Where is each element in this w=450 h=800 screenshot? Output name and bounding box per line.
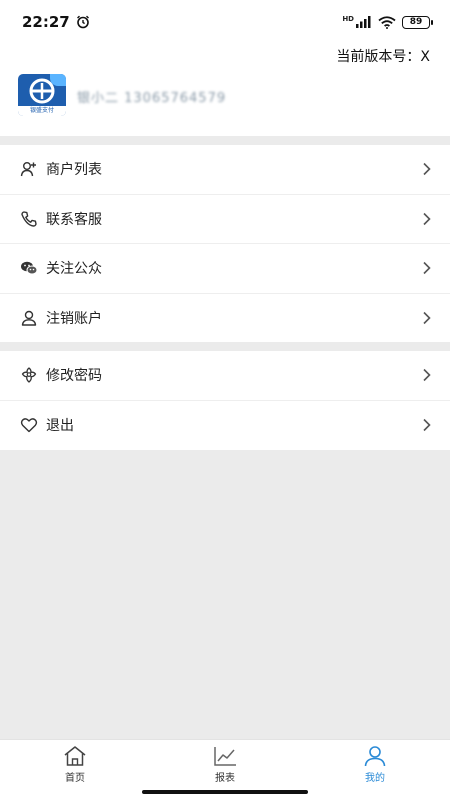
menu-label: 商户列表 [46,162,102,179]
battery-icon: 89 [402,15,433,29]
chevron-right-icon [423,369,431,382]
section-divider [0,136,450,145]
wechat-icon [20,259,38,277]
user-add-icon [20,160,38,178]
status-time: 22:27 [22,13,70,31]
menu-label: 修改密码 [46,368,102,385]
chevron-right-icon [423,262,431,275]
menu-label: 联系客服 [46,211,102,228]
menu-label: 退出 [46,418,74,435]
status-left: 22:27 [22,13,90,31]
tab-home[interactable]: 首页 [0,740,150,800]
menu-item-logout[interactable]: 退出 [0,401,450,451]
section-divider [0,342,450,351]
user-info: 银小二 13065764579 [77,91,227,106]
menu-label: 关注公众 [46,261,102,278]
company-logo-icon [29,78,55,104]
cellular-signal-icon [356,16,371,28]
profile-icon [364,746,386,767]
battery-level: 89 [409,17,423,27]
version-label: 当前版本号：X [336,49,430,65]
status-bar: 22:27 HD 89 [0,0,450,44]
home-icon [64,746,86,766]
menu-item-merchant-list[interactable]: 商户列表 [0,145,450,195]
tab-label: 报表 [215,773,235,784]
heart-icon [20,416,38,434]
menu-item-contact-service[interactable]: 联系客服 [0,195,450,244]
phone-icon [20,210,38,228]
flower-icon [20,366,38,384]
menu-item-change-password[interactable]: 修改密码 [0,351,450,401]
chevron-right-icon [423,163,431,176]
chevron-right-icon [423,312,431,325]
chevron-right-icon [423,419,431,432]
chart-icon [214,747,236,766]
avatar: 银盛支付 [18,74,66,116]
profile-header: 当前版本号：X 银盛支付 银小二 13065764579 [0,44,450,136]
user-icon [20,309,38,327]
menu-item-follow-account[interactable]: 关注公众 [0,244,450,294]
menu-group-account: 商户列表 联系客服 关注公众 注销账户 [0,145,450,343]
menu-item-close-account[interactable]: 注销账户 [0,294,450,344]
tab-label: 首页 [65,773,85,784]
network-type-label: HD [342,14,354,23]
status-right: HD 89 [342,14,433,29]
chevron-right-icon [423,212,431,225]
menu-group-security: 修改密码 退出 [0,351,450,450]
tab-label: 我的 [365,773,385,784]
wifi-icon [378,15,396,29]
home-indicator [142,790,308,794]
alarm-icon [76,15,89,29]
menu-label: 注销账户 [46,311,102,328]
tab-mine[interactable]: 我的 [300,740,450,800]
logo-text: 银盛支付 [18,106,66,116]
